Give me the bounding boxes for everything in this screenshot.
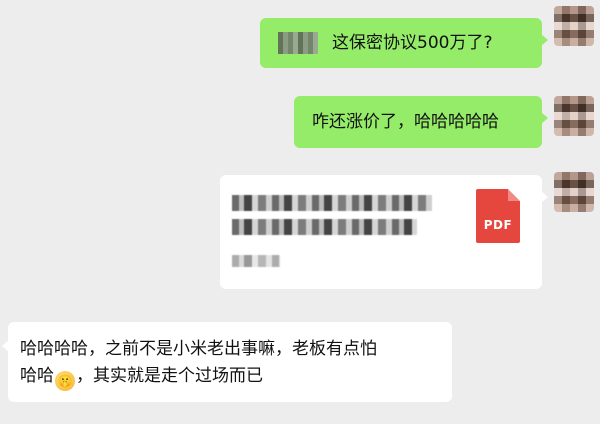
chat-bubble-sent[interactable]: 这保密协议500万了?: [260, 18, 548, 68]
contact-avatar[interactable]: [554, 6, 594, 46]
chat-bubble-sent[interactable]: 咋还涨价了，哈哈哈哈哈: [294, 96, 548, 148]
message-text: 咋还涨价了，哈哈哈哈哈: [312, 112, 499, 132]
redacted-text: [278, 32, 318, 54]
redacted-file-size: [232, 255, 280, 267]
message-text: 这保密协议500万了?: [332, 33, 493, 53]
contact-avatar[interactable]: [554, 96, 594, 136]
message-text-line: 哈哈哈哈，之前不是小米老出事嘛，老板有点怕: [20, 339, 377, 359]
message-text: ，其实就是走个过场而已: [76, 366, 263, 386]
chat-bubble-received[interactable]: 哈哈哈哈，之前不是小米老出事嘛，老板有点怕 哈哈 🤫 ，其实就是走个过场而已: [2, 322, 452, 402]
contact-avatar[interactable]: [554, 172, 594, 212]
message-text-line: 哈哈 🤫 ，其实就是走个过场而已: [20, 363, 440, 391]
redacted-file-name: [232, 195, 432, 211]
file-message-card[interactable]: PDF: [220, 175, 548, 289]
pdf-icon-label: PDF: [483, 218, 513, 232]
shushing-face-emoji-icon: 🤫: [55, 371, 75, 391]
pdf-file-icon: PDF: [476, 189, 520, 243]
redacted-file-name: [232, 219, 417, 235]
message-text: 哈哈: [20, 366, 54, 386]
